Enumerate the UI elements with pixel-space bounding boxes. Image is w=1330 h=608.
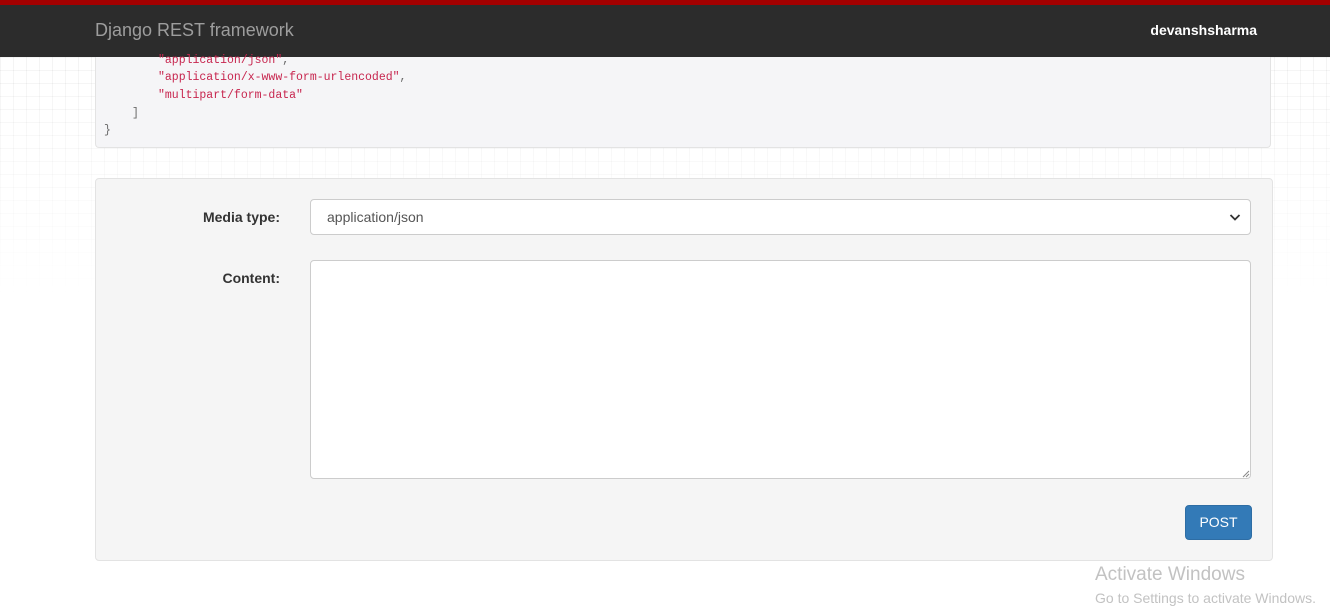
activation-watermark-subtitle: Go to Settings to activate Windows. <box>1095 590 1316 606</box>
user-menu[interactable]: devanshsharma <box>1150 22 1257 38</box>
media-type-label: Media type: <box>202 209 280 225</box>
code-close-bracket: ] <box>132 107 139 120</box>
code-string: "application/x-www-form-urlencoded" <box>158 71 400 84</box>
code-close-brace: } <box>104 124 111 137</box>
resize-handle-icon[interactable] <box>1241 469 1250 478</box>
post-form: Media type: application/json Content: PO… <box>95 178 1273 561</box>
code-line: "application/x-www-form-urlencoded", <box>158 71 407 84</box>
code-line: "multipart/form-data" <box>158 89 303 102</box>
code-line: "application/json", <box>158 54 290 67</box>
code-string: "application/json" <box>158 54 283 67</box>
brand-link[interactable]: Django REST framework <box>95 20 294 41</box>
content-textarea[interactable] <box>310 260 1251 479</box>
code-string: "multipart/form-data" <box>158 89 303 102</box>
post-button[interactable]: POST <box>1185 505 1252 540</box>
chevron-down-icon <box>1229 214 1241 221</box>
response-content: "application/json", "application/x-www-f… <box>95 54 1271 148</box>
content-label: Content: <box>222 270 280 286</box>
media-type-select[interactable]: application/json <box>310 199 1251 235</box>
media-type-value: application/json <box>327 209 424 225</box>
navbar: Django REST framework devanshsharma <box>0 0 1330 57</box>
activation-watermark-title: Activate Windows <box>1095 564 1245 585</box>
